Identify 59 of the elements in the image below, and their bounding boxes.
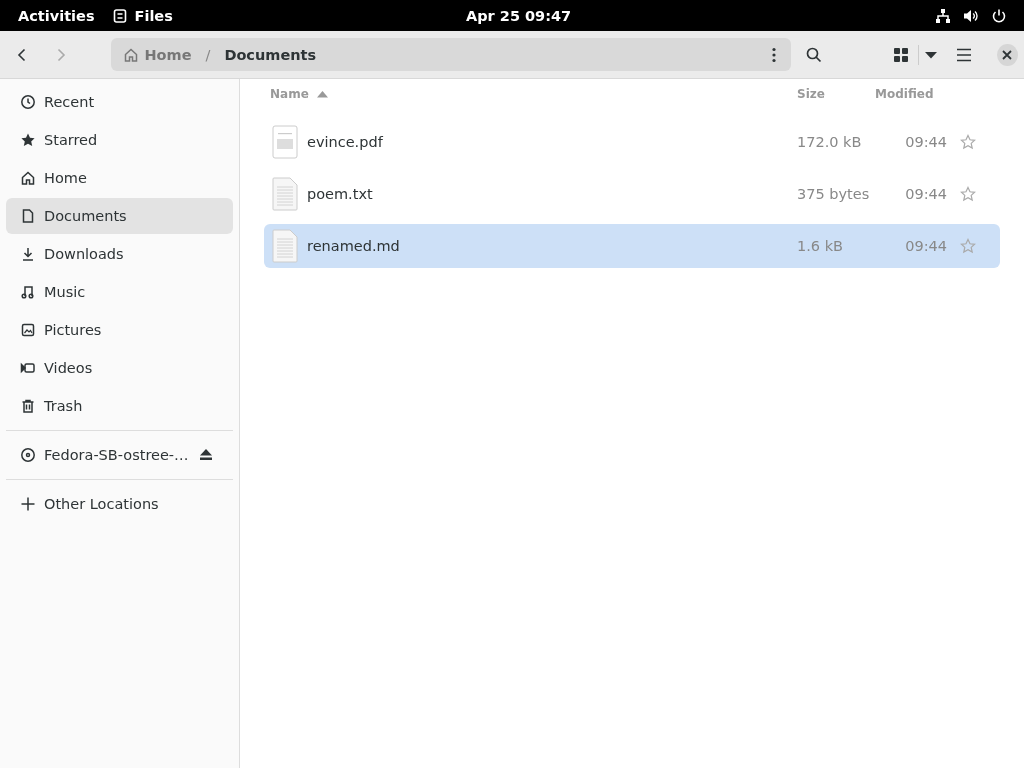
sidebar-item[interactable]: Home [6,160,233,196]
sidebar-item[interactable]: Recent [6,84,233,120]
file-row[interactable]: renamed.md 1.6 kB 09:44 [264,224,1000,268]
eject-icon[interactable] [199,449,213,461]
text-file-icon [272,229,298,263]
file-size: 172.0 kB [797,134,863,150]
search-icon [805,46,822,63]
downloads-icon [20,246,36,262]
activities-button[interactable]: Activities [0,0,113,31]
pictures-icon [20,322,36,338]
starred-icon [20,132,36,148]
volume-icon[interactable] [963,7,979,24]
sidebar-item[interactable]: Other Locations [6,486,233,522]
file-row[interactable]: evince.pdf 172.0 kB 09:44 [264,120,1000,164]
clock-button[interactable]: Apr 25 09:47 [466,0,572,31]
text-file-icon [272,177,298,211]
sidebar-item[interactable]: Fedora-SB-ostree-… [6,437,233,473]
sort-ascending-icon [316,90,328,98]
videos-icon [20,360,36,376]
file-row[interactable]: poem.txt 375 bytes 09:44 [264,172,1000,216]
path-crumb[interactable]: Documents [224,38,317,71]
file-modified-time: 09:44 [904,186,947,202]
vertical-dots-icon [772,46,777,63]
network-icon[interactable] [935,7,951,24]
path-separator: / [205,46,211,63]
file-cabinet-icon [112,8,127,23]
sidebar-item[interactable]: Videos [6,350,233,386]
sidebar-item[interactable]: Trash [6,388,233,424]
star-icon[interactable] [960,186,976,202]
recent-icon [20,94,36,110]
file-modified-time: 09:44 [904,134,947,150]
music-icon [20,284,36,300]
pdf-thumbnail-icon [272,125,298,159]
documents-icon [20,208,36,224]
star-icon[interactable] [960,134,976,150]
sidebar-item[interactable]: Downloads [6,236,233,272]
caret-down-icon [924,50,937,59]
file-size: 1.6 kB [797,238,844,254]
file-name: renamed.md [307,238,400,254]
file-size: 375 bytes [797,186,871,202]
app-menu-button[interactable]: Files [112,0,183,31]
trash-icon [20,398,36,414]
close-icon [1002,49,1013,60]
sidebar-item[interactable]: Starred [6,122,233,158]
close-button[interactable] [996,43,1018,66]
file-name: poem.txt [307,186,373,202]
power-icon[interactable] [991,7,1007,24]
file-name: evince.pdf [307,134,383,150]
sidebar-item[interactable]: Music [6,274,233,310]
home-icon [123,46,140,63]
home-icon [20,170,36,186]
disc-icon [20,447,36,463]
menu-icon [956,47,973,62]
grid-icon [894,47,909,62]
file-modified-time: 09:44 [904,238,947,254]
star-icon[interactable] [960,238,976,254]
plus-icon [20,496,36,512]
sidebar-item[interactable]: Pictures [6,312,233,348]
sidebar-item[interactable]: Documents [6,198,233,234]
